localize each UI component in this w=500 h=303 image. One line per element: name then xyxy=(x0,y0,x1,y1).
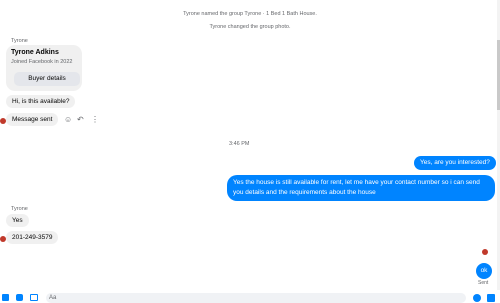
system-message-rename: Tyrone named the group Tyrone · 1 Bed 1 … xyxy=(183,11,317,17)
sender-name-2: Tyrone xyxy=(11,206,28,212)
message-input[interactable]: Aa xyxy=(46,293,466,303)
message-ok: ok xyxy=(476,263,492,279)
message-yes: Yes xyxy=(6,214,29,227)
gif-icon[interactable] xyxy=(30,294,38,301)
profile-joined: Joined Facebook in 2022 xyxy=(11,59,73,65)
like-icon[interactable] xyxy=(487,294,495,302)
profile-card: Tyrone Adkins Joined Facebook in 2022 Bu… xyxy=(6,45,82,91)
seen-avatar xyxy=(482,249,488,255)
message-sent-status: Message sent xyxy=(6,113,59,126)
system-message-photo: Tyrone changed the group photo. xyxy=(209,24,291,30)
profile-name: Tyrone Adkins xyxy=(11,49,59,56)
photo-icon[interactable] xyxy=(2,294,9,301)
message-interested: Yes, are you interested? xyxy=(414,156,496,170)
sender-name: Tyrone xyxy=(11,38,28,44)
reply-icon[interactable]: ↶ xyxy=(77,116,84,124)
message-phone: 201-249-3579 xyxy=(6,231,59,244)
sticker-icon[interactable] xyxy=(16,294,23,301)
smiley-icon[interactable]: ☺ xyxy=(64,116,72,124)
message-details: Yes the house is still available for ren… xyxy=(227,175,495,201)
timestamp: 3:46 PM xyxy=(229,141,250,147)
buyer-details-button[interactable]: Buyer details xyxy=(14,72,80,86)
more-icon[interactable]: ⋮ xyxy=(91,116,99,124)
emoji-icon[interactable] xyxy=(473,294,481,302)
message-input-placeholder: Aa xyxy=(49,295,57,301)
message-availability: Hi, is this available? xyxy=(6,95,76,108)
sent-status: Sent xyxy=(478,280,489,286)
